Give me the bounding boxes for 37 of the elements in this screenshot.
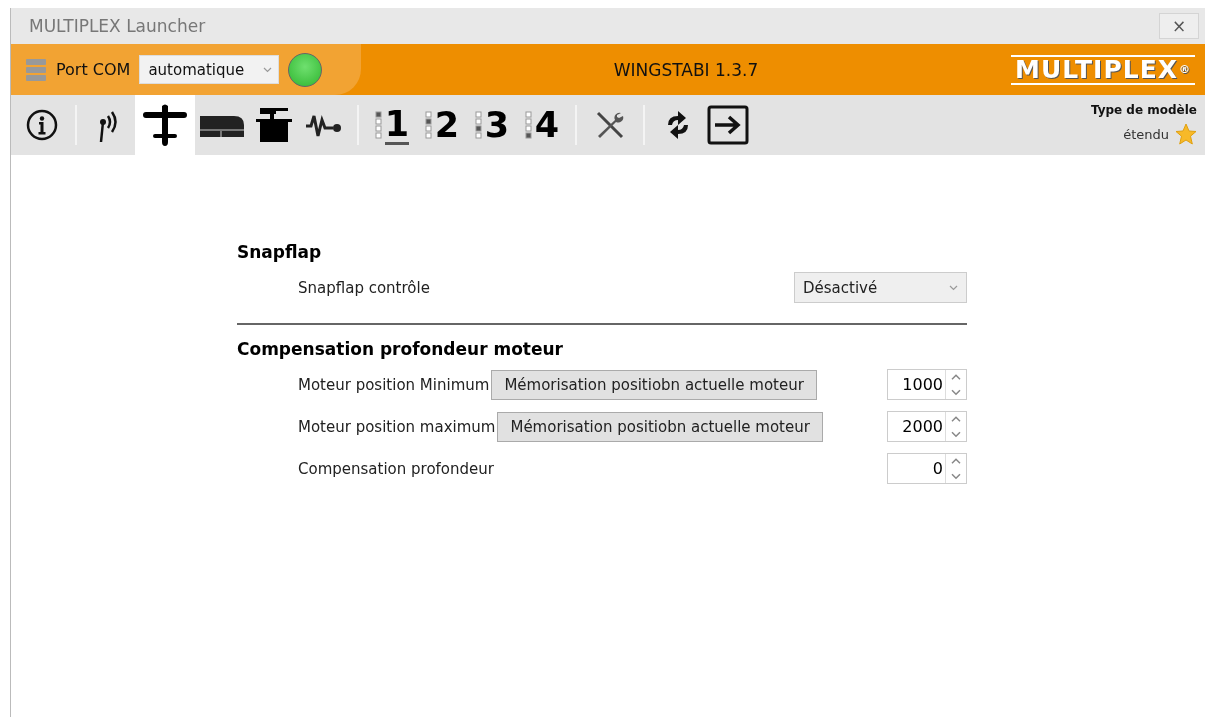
field-label: Compensation profondeur (298, 459, 494, 478)
channel-slots-icon (524, 110, 532, 140)
model-type-label: Type de modèle (1090, 103, 1197, 117)
channel-slots-icon (374, 110, 382, 140)
tools-icon (594, 109, 626, 141)
channel-tab[interactable]: 3 (467, 95, 517, 155)
dropdown[interactable]: Désactivé (794, 272, 967, 303)
port-label: Port COM (56, 60, 131, 79)
channel-tab[interactable]: 1 (367, 95, 417, 155)
logo: MULTIPLEX® (1011, 54, 1195, 85)
field-label: Moteur position maximum (298, 417, 496, 436)
section-heading: Snapflap (237, 242, 323, 262)
servo-icon (255, 106, 293, 144)
star-icon (1175, 123, 1197, 145)
channel-tab[interactable]: 4 (517, 95, 567, 155)
section-heading: Compensation profondeur moteur (237, 339, 564, 359)
port-dropdown[interactable]: automatique (139, 55, 280, 84)
window-title: MULTIPLEX Launcher (29, 16, 206, 36)
channel-slots-icon (424, 110, 432, 140)
chevron-down-icon (949, 284, 958, 291)
info-icon (26, 109, 58, 141)
store-position-button[interactable]: Mémorisation positiobn actuelle moteur (497, 411, 823, 442)
model-type-value: étendu (1123, 126, 1169, 142)
device-name: WINGSTABI 1.3.7 (613, 59, 759, 80)
exit-icon (707, 105, 749, 145)
number-spinner[interactable]: 0 (887, 453, 967, 484)
close-button[interactable]: × (1159, 13, 1199, 39)
store-position-button[interactable]: Mémorisation positiobn actuelle moteur (491, 369, 817, 400)
field-label: Moteur position Minimum (298, 375, 490, 394)
channel-tab[interactable]: 2 (417, 95, 467, 155)
number-spinner[interactable]: 2000 (887, 411, 967, 442)
channel-slots-icon (474, 110, 482, 140)
chevron-down-icon (263, 66, 273, 73)
field-label: Snapflap contrôle (298, 278, 430, 297)
airplane-icon (142, 103, 188, 147)
toolbar-tab[interactable] (135, 95, 195, 155)
number-spinner[interactable]: 1000 (887, 369, 967, 400)
